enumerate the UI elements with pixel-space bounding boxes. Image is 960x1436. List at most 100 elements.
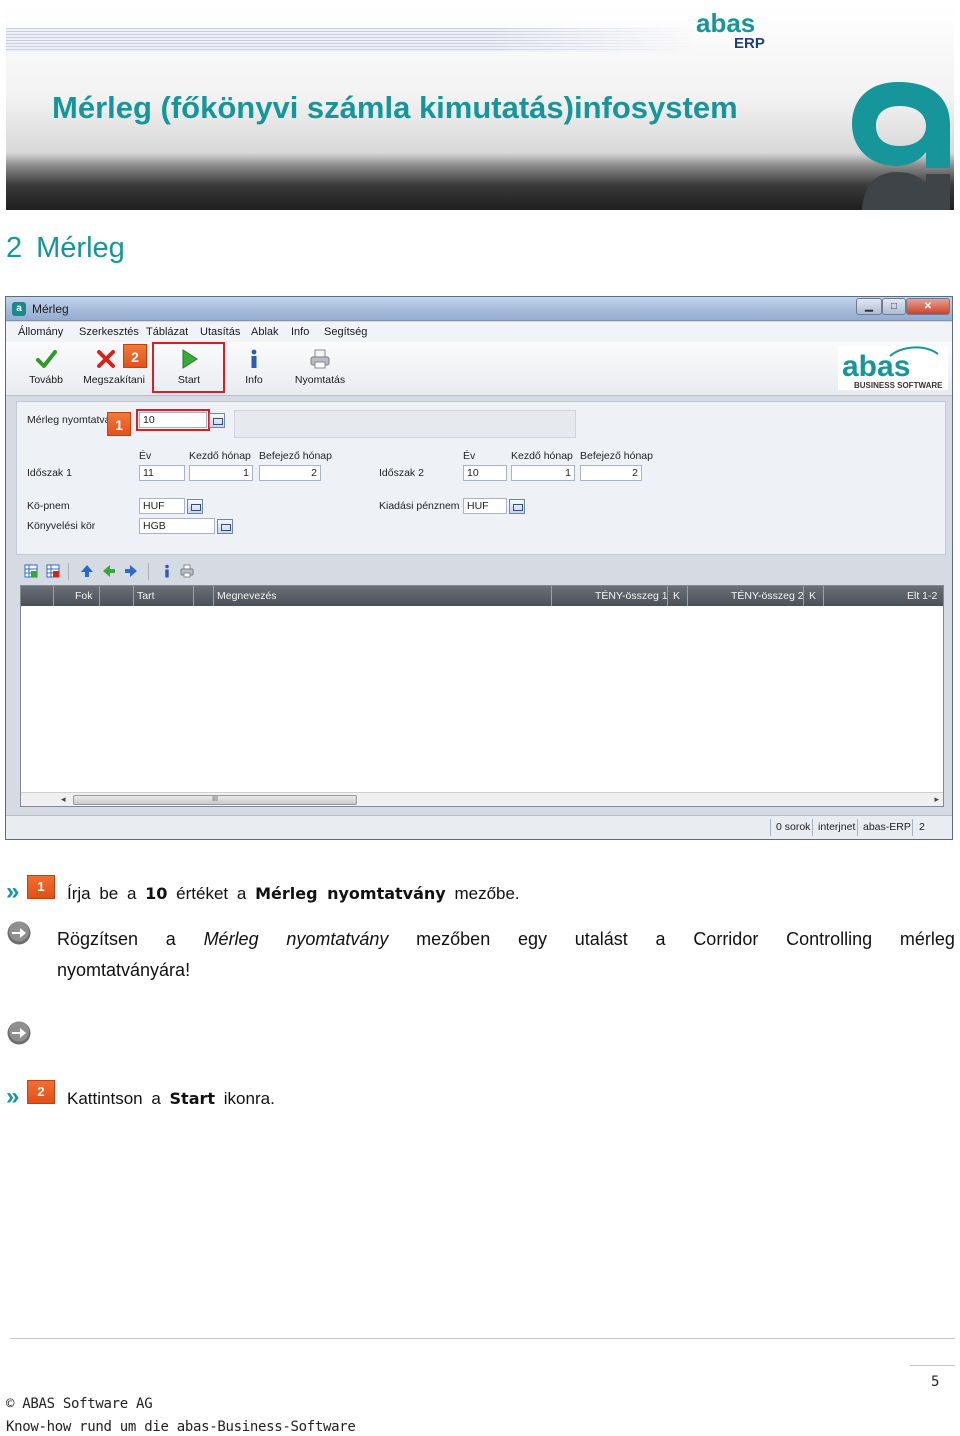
menu-segitseg[interactable]: Segítség [324, 326, 367, 338]
note-line-1: Rögzítsen a Mérleg nyomtatvány mezőben e… [57, 929, 955, 949]
step-marker-1: 1 [107, 412, 131, 436]
col-teny-osszeg-2[interactable]: TÉNY-összeg 2 [731, 590, 804, 602]
idoszak2-ev-input[interactable]: 10 [463, 465, 507, 481]
nyomtatas-label: Nyomtatás [294, 374, 346, 386]
copy-row-icon[interactable] [102, 564, 116, 578]
tovabb-label: Tovább [29, 374, 63, 386]
svg-text:abas: abas [842, 350, 910, 383]
delete-row-icon[interactable] [46, 564, 60, 578]
result-table: Fok Tart Megnevezés TÉNY-összeg 1 K TÉNY… [20, 585, 944, 807]
header-banner: abas ERP Mérleg (főkönyvi számla kimutat… [6, 6, 954, 210]
start-button[interactable]: Start [158, 342, 220, 394]
col-tart[interactable]: Tart [137, 590, 155, 602]
app-window: a Mérleg ▁ □ ✕ Állomány Szerkesztés Tábl… [5, 296, 953, 840]
section-number: 2 [6, 232, 23, 264]
scroll-right-icon[interactable]: ▸ [934, 794, 939, 805]
step-marker-2: 2 [123, 344, 147, 368]
col-fok[interactable]: Fok [75, 590, 93, 602]
col-k-2[interactable]: K [809, 590, 816, 602]
status-user: interjnet [818, 821, 856, 833]
kopnem-label: Kö-pnem [27, 500, 70, 512]
menu-bar: Állomány Szerkesztés Táblázat Utasítás A… [6, 322, 952, 342]
page-number-rule [910, 1365, 955, 1366]
idoszak2-kezdo-input[interactable]: 1 [511, 465, 575, 481]
status-bar: 0 sorok interjnet abas-ERP 2 [6, 815, 952, 839]
idoszak1-befejezo-input[interactable]: 2 [259, 465, 321, 481]
bullet-raquo-2: » [6, 1083, 20, 1110]
window-title: Mérleg [32, 302, 69, 316]
col-teny-osszeg-1[interactable]: TÉNY-összeg 1 [595, 590, 668, 602]
grid-print-icon[interactable] [180, 564, 194, 578]
menu-tablazat[interactable]: Táblázat [146, 326, 188, 338]
menu-allomany[interactable]: Állomány [18, 326, 63, 338]
abas-erp-logo: abas ERP [696, 8, 765, 52]
idoszak1-ev-input[interactable]: 11 [139, 465, 185, 481]
menu-info[interactable]: Info [291, 326, 309, 338]
idoszak2-label: Időszak 2 [379, 467, 424, 479]
add-row-icon[interactable] [24, 564, 38, 578]
ev-label-2: Év [463, 450, 476, 462]
status-row-count: 0 sorok [776, 821, 811, 833]
scroll-left-icon[interactable]: ◂ [61, 794, 66, 805]
toolbar: Tovább Megszakítani 2 Start Info Nyomtat… [6, 342, 952, 396]
svg-text:BUSINESS SOFTWARE: BUSINESS SOFTWARE [854, 381, 943, 390]
nyomtatas-button[interactable]: Nyomtatás [288, 342, 352, 394]
info-icon [251, 349, 257, 368]
maximize-button[interactable]: □ [882, 298, 906, 315]
app-icon: a [12, 302, 26, 316]
ev-label-1: Év [139, 450, 152, 462]
tovabb-button[interactable]: Tovább [20, 342, 72, 394]
menu-szerkesztes[interactable]: Szerkesztés [79, 326, 139, 338]
kopnem-lookup-button[interactable] [187, 499, 203, 514]
status-count: 2 [919, 821, 925, 833]
instruction-step-1: Írja be a 10 értéket a Mérleg nyomtatván… [67, 884, 520, 903]
konyvelesi-kor-input[interactable]: HGB [139, 518, 215, 534]
paste-row-icon[interactable] [124, 564, 138, 578]
befejezo-honap-label-1: Befejező hónap [259, 450, 332, 462]
step-badge-1: 1 [27, 875, 55, 899]
menu-ablak[interactable]: Ablak [251, 326, 279, 338]
idoszak1-kezdo-input[interactable]: 1 [189, 465, 253, 481]
svg-text:abas: abas [696, 8, 755, 38]
minimize-button[interactable]: ▁ [856, 298, 882, 315]
close-button[interactable]: ✕ [906, 298, 950, 315]
col-elt-1-2[interactable]: Elt 1-2 [907, 590, 937, 602]
befejezo-honap-label-2: Befejező hónap [580, 450, 653, 462]
note-line-2: nyomtatványára! [57, 960, 191, 980]
info-label: Info [245, 374, 263, 386]
merleg-description-field [234, 410, 576, 438]
svg-text:ERP: ERP [734, 35, 765, 52]
arrow-right-circle-icon [7, 921, 31, 945]
abas-business-logo: abas BUSINESS SOFTWARE [838, 346, 948, 390]
konyvelesi-lookup-button[interactable] [217, 519, 233, 534]
banner-stripes [6, 28, 696, 52]
status-client: abas-ERP [863, 821, 911, 833]
kiadasi-lookup-button[interactable] [509, 499, 525, 514]
move-up-icon[interactable] [80, 564, 94, 578]
horizontal-scrollbar[interactable]: ◂ III ▸ [21, 792, 943, 806]
konyvelesi-kor-label: Könyvelési kör [27, 520, 96, 532]
page-title: Mérleg (főkönyvi számla kimutatás)infosy… [52, 90, 738, 125]
kopnem-input[interactable]: HUF [139, 498, 185, 514]
kiadasi-penznem-input[interactable]: HUF [463, 498, 507, 514]
instruction-step-2: Kattintson a Start ikonra. [67, 1089, 275, 1108]
idoszak1-label: Időszak 1 [27, 467, 72, 479]
merleg-lookup-button[interactable] [209, 413, 225, 428]
merleg-form: Mérleg nyomtatvá 1 10 Év Kezdő hónap Bef… [16, 401, 946, 555]
col-k-1[interactable]: K [673, 590, 680, 602]
page-number: 5 [931, 1374, 940, 1390]
grid-info-icon[interactable] [160, 564, 174, 578]
idoszak2-befejezo-input[interactable]: 2 [580, 465, 642, 481]
step-badge-2: 2 [27, 1080, 55, 1104]
scroll-thumb[interactable]: III [73, 795, 357, 805]
section-heading: 2 Mérleg [6, 232, 125, 265]
bullet-raquo-1: » [6, 878, 20, 905]
menu-utasitas[interactable]: Utasítás [200, 326, 240, 338]
col-megnevezes[interactable]: Megnevezés [217, 590, 277, 602]
printer-icon [310, 349, 330, 369]
merleg-nyomtatvany-label: Mérleg nyomtatvá [27, 414, 111, 426]
grid-toolbar [20, 561, 940, 583]
arrow-right-circle-icon-2 [7, 1021, 31, 1045]
info-button[interactable]: Info [232, 342, 276, 394]
table-header: Fok Tart Megnevezés TÉNY-összeg 1 K TÉNY… [21, 586, 943, 606]
